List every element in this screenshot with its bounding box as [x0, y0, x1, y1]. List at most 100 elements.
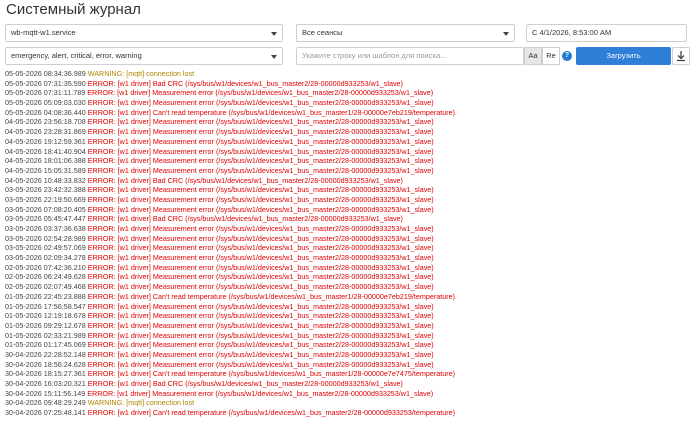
log-timestamp: 02-05-2026 06:24:49.628 — [5, 272, 86, 282]
log-message: ERROR: [w1 driver] Measurement error (/s… — [87, 194, 434, 204]
case-sensitive-toggle[interactable]: Aa — [524, 47, 542, 65]
log-message: ERROR: [w1 driver] Can't read temperatur… — [87, 408, 456, 418]
log-message: ERROR: [w1 driver] Measurement error (/s… — [87, 320, 434, 330]
search-input[interactable]: Укажите строку или шаблон для поиска... — [296, 47, 524, 65]
log-entry: 03-05-2026 02:09:34.278 ERROR: [w1 drive… — [5, 253, 687, 263]
log-message: ERROR: [w1 driver] Measurement error (/s… — [87, 156, 434, 166]
log-message: ERROR: [w1 driver] Measurement error (/s… — [87, 301, 434, 311]
log-timestamp: 02-05-2026 02:07:49.468 — [5, 282, 86, 292]
download-button[interactable] — [672, 47, 690, 65]
log-entry: 01-05-2026 01:17:45.069 ERROR: [w1 drive… — [5, 340, 687, 350]
log-message: ERROR: [w1 driver] Measurement error (/s… — [87, 127, 434, 137]
log-timestamp: 01-05-2026 09:29:12.678 — [5, 320, 86, 330]
log-entry: 04-05-2026 23:28:31.869 ERROR: [w1 drive… — [5, 127, 687, 137]
levels-select-value: emergency, alert, critical, error, warni… — [11, 51, 142, 60]
log-message: ERROR: [w1 driver] Bad CRC (/sys/bus/w1/… — [87, 379, 403, 388]
log-entry: 01-05-2026 22:45:23.888 ERROR: [w1 drive… — [5, 292, 687, 302]
log-timestamp: 30-04-2026 18:15:27.361 — [5, 369, 86, 379]
log-message: ERROR: [w1 driver] Bad CRC (/sys/bus/w1/… — [87, 78, 403, 88]
log-message: ERROR: [w1 driver] Measurement error (/s… — [87, 349, 434, 359]
log-timestamp: 30-04-2026 07:25:48.141 — [5, 408, 86, 418]
log-message: ERROR: [w1 driver] Bad CRC (/sys/bus/w1/… — [87, 175, 403, 185]
log-message: ERROR: [w1 driver] Measurement error (/s… — [87, 146, 434, 156]
log-message: ERROR: [w1 driver] Measurement error (/s… — [87, 165, 434, 175]
log-entry: 05-05-2026 08:34:36.989 WARNING: [mqtt] … — [5, 69, 687, 79]
log-entry: 01-05-2026 17:56:58.547 ERROR: [w1 drive… — [5, 302, 687, 312]
log-entry: 03-05-2026 03:37:36.638 ERROR: [w1 drive… — [5, 224, 687, 234]
load-button[interactable]: Загрузить — [576, 47, 671, 65]
log-timestamp: 04-05-2026 19:12:59.361 — [5, 136, 86, 146]
log-entry: 04-05-2026 19:12:59.361 ERROR: [w1 drive… — [5, 137, 687, 147]
log-timestamp: 01-05-2026 01:17:45.069 — [5, 340, 86, 350]
chevron-down-icon — [503, 32, 509, 36]
log-list: 05-05-2026 08:34:36.989 WARNING: [mqtt] … — [5, 69, 687, 418]
log-entry: 05-05-2026 07:31:35.590 ERROR: [w1 drive… — [5, 79, 687, 89]
log-timestamp: 04-05-2026 15:05:31.589 — [5, 165, 86, 175]
log-message: ERROR: [w1 driver] Measurement error (/s… — [87, 136, 434, 146]
log-entry: 03-05-2026 23:42:32.388 ERROR: [w1 drive… — [5, 185, 687, 195]
log-message: ERROR: [w1 driver] Measurement error (/s… — [87, 185, 434, 195]
log-timestamp: 03-05-2026 23:42:32.388 — [5, 185, 86, 195]
log-entry: 04-05-2026 18:01:06.388 ERROR: [w1 drive… — [5, 156, 687, 166]
log-entry: 30-04-2026 22:28:52.148 ERROR: [w1 drive… — [5, 350, 687, 360]
log-message: ERROR: [w1 driver] Can't read temperatur… — [87, 107, 456, 117]
log-entry: 03-05-2026 22:19:50.669 ERROR: [w1 drive… — [5, 195, 687, 205]
log-timestamp: 03-05-2026 02:49:57.069 — [5, 243, 86, 253]
log-timestamp: 04-05-2026 10:48:33.832 — [5, 175, 86, 185]
log-entry: 01-05-2026 09:29:12.678 ERROR: [w1 drive… — [5, 321, 687, 331]
log-message: ERROR: [w1 driver] Measurement error (/s… — [87, 233, 434, 243]
log-timestamp: 30-04-2026 09:48:29.249 — [5, 398, 86, 408]
log-timestamp: 02-05-2026 07:42:36.210 — [5, 262, 86, 272]
log-timestamp: 01-05-2026 12:19:18.678 — [5, 311, 86, 321]
log-timestamp: 04-05-2026 23:28:31.869 — [5, 127, 86, 137]
download-icon — [677, 51, 685, 62]
log-entry: 03-05-2026 02:54:28.989 ERROR: [w1 drive… — [5, 234, 687, 244]
sessions-select[interactable]: Все сеансы — [296, 24, 515, 42]
log-entry: 04-05-2026 23:56:18.708 ERROR: [w1 drive… — [5, 117, 687, 127]
log-timestamp: 03-05-2026 03:37:36.638 — [5, 224, 86, 233]
log-timestamp: 05-05-2026 08:34:36.989 — [5, 69, 86, 78]
log-entry: 04-05-2026 10:48:33.832 ERROR: [w1 drive… — [5, 176, 687, 186]
log-message: ERROR: [w1 driver] Measurement error (/s… — [87, 282, 434, 292]
log-timestamp: 04-05-2026 23:56:18.708 — [5, 117, 86, 127]
log-entry: 30-04-2026 16:03:20.321 ERROR: [w1 drive… — [5, 379, 687, 389]
page-title: Системный журнал — [6, 1, 141, 18]
levels-select[interactable]: emergency, alert, critical, error, warni… — [5, 47, 283, 65]
log-entry: 03-05-2026 05:45:47.447 ERROR: [w1 drive… — [5, 214, 687, 224]
log-entry: 30-04-2026 09:48:29.249 WARNING: [mqtt] … — [5, 398, 687, 408]
log-entry: 30-04-2026 15:11:56.149 ERROR: [w1 drive… — [5, 389, 687, 399]
since-datetime-value: С 4/1/2026, 8:53:00 AM — [532, 28, 612, 37]
log-timestamp: 30-04-2026 15:11:56.149 — [5, 388, 86, 398]
log-message: ERROR: [w1 driver] Measurement error (/s… — [87, 243, 434, 253]
log-message: ERROR: [w1 driver] Measurement error (/s… — [87, 117, 434, 127]
service-select[interactable]: wb-mqtt-w1.service — [5, 24, 283, 42]
log-entry: 05-05-2026 05:09:03.030 ERROR: [w1 drive… — [5, 98, 687, 108]
log-message: ERROR: [w1 driver] Measurement error (/s… — [87, 262, 434, 272]
log-entry: 05-05-2026 07:31:11.789 ERROR: [w1 drive… — [5, 88, 687, 98]
log-message: ERROR: [w1 driver] Measurement error (/s… — [87, 359, 434, 369]
log-message: ERROR: [w1 driver] Measurement error (/s… — [87, 98, 434, 108]
help-icon[interactable]: ? — [562, 51, 572, 61]
log-message: ERROR: [w1 driver] Can't read temperatur… — [87, 291, 456, 301]
log-entry: 02-05-2026 02:07:49.468 ERROR: [w1 drive… — [5, 282, 687, 292]
chevron-down-icon — [271, 32, 277, 36]
log-timestamp: 03-05-2026 07:08:20.405 — [5, 204, 86, 214]
since-datetime-field[interactable]: С 4/1/2026, 8:53:00 AM — [526, 24, 687, 42]
log-entry: 04-05-2026 15:05:31.589 ERROR: [w1 drive… — [5, 166, 687, 176]
log-message: ERROR: [w1 driver] Measurement error (/s… — [87, 340, 434, 350]
log-message: ERROR: [w1 driver] Measurement error (/s… — [87, 388, 434, 398]
log-entry: 04-05-2026 18:41:40.904 ERROR: [w1 drive… — [5, 147, 687, 157]
regex-toggle[interactable]: Re — [542, 47, 560, 65]
log-timestamp: 05-05-2026 05:09:03.030 — [5, 98, 86, 108]
log-timestamp: 30-04-2026 16:03:20.321 — [5, 379, 86, 388]
log-message: ERROR: [w1 driver] Measurement error (/s… — [87, 330, 434, 340]
log-message: ERROR: [w1 driver] Measurement error (/s… — [87, 311, 434, 321]
log-timestamp: 30-04-2026 22:28:52.148 — [5, 349, 86, 359]
search-placeholder: Укажите строку или шаблон для поиска... — [302, 51, 447, 60]
log-message: WARNING: [mqtt] connection lost — [87, 69, 195, 78]
log-timestamp: 01-05-2026 17:56:58.547 — [5, 301, 86, 311]
log-timestamp: 04-05-2026 18:01:06.388 — [5, 156, 86, 166]
log-entry: 03-05-2026 07:08:20.405 ERROR: [w1 drive… — [5, 205, 687, 215]
log-entry: 30-04-2026 07:25:48.141 ERROR: [w1 drive… — [5, 408, 687, 418]
log-timestamp: 05-05-2026 07:31:35.590 — [5, 78, 86, 88]
